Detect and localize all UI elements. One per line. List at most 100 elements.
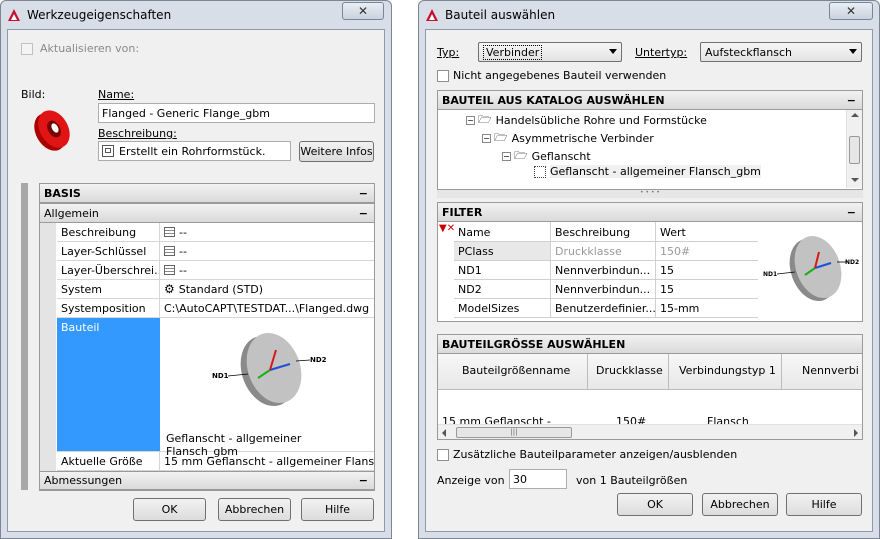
- update-from-label: Aktualisieren von:: [40, 42, 140, 55]
- prop-value-current-size[interactable]: 15 mm Geflanscht - allgemeiner Flans...: [160, 452, 374, 471]
- prop-value-system[interactable]: ⚙ Standard (STD): [160, 280, 374, 299]
- subtype-value: Aufsteckflansch: [705, 45, 792, 59]
- chevron-down-icon: [609, 49, 617, 54]
- extra-params-checkbox[interactable]: [437, 449, 449, 461]
- prop-value-layer-key[interactable]: --: [160, 242, 374, 261]
- flange-preview-image: ND1 ND2: [212, 333, 327, 406]
- clear-filter-icon[interactable]: ▼✕: [439, 223, 455, 234]
- filter-row[interactable]: ModelSizes Benutzerdefinier... 15-mm: [454, 299, 758, 318]
- extra-params-label: Zusätzliche Bauteilparameter anzeigen/au…: [453, 448, 738, 461]
- filter-cell-name: ND2: [454, 280, 551, 298]
- name-field[interactable]: Flanged - Generic Flange_gbm: [98, 103, 375, 123]
- scroll-up-icon: [851, 113, 859, 117]
- prop-value-layer-override[interactable]: --: [160, 261, 374, 280]
- table-icon: [164, 227, 175, 237]
- nd1-label: ND1: [763, 271, 777, 278]
- tree-scrollbar[interactable]: [846, 110, 862, 188]
- table-icon: [164, 246, 175, 256]
- tree-item-label: Handelsübliche Rohre und Formstücke: [495, 114, 707, 127]
- tree-item-label: Geflanscht - allgemeiner Flansch_gbm: [550, 165, 761, 178]
- close-icon: ✕: [845, 4, 857, 18]
- scroll-left-icon: [442, 429, 446, 437]
- display-count-suffix: von 1 Bauteilgrößen: [576, 474, 688, 487]
- filter-cell-name: ModelSizes: [454, 299, 551, 317]
- ok-button[interactable]: OK: [617, 493, 693, 516]
- filter-row[interactable]: PClass Druckklasse 150#: [454, 242, 758, 261]
- tree-item[interactable]: − 🗁 Handelsübliche Rohre und Formstücke: [466, 111, 707, 130]
- size-col-name[interactable]: Bauteilgrößenname: [438, 354, 588, 389]
- size-header[interactable]: BAUTEILGRÖSSE AUSWÄHLEN: [437, 334, 863, 354]
- property-grid: Beschreibung -- Layer-Schlüssel -- Layer…: [39, 223, 375, 491]
- filter-cell-description: Nennverbindun...: [551, 280, 656, 298]
- collapse-box-icon: −: [502, 152, 511, 161]
- subtype-dropdown[interactable]: Aufsteckflansch: [700, 42, 862, 62]
- filter-cell-value[interactable]: 15: [656, 280, 758, 298]
- filter-cell-value[interactable]: 15: [656, 261, 758, 279]
- size-hscrollbar[interactable]: |||: [438, 424, 862, 439]
- nd2-label: ND2: [845, 259, 859, 266]
- prop-key-current-size: Aktuelle Größe: [57, 452, 160, 471]
- filter-header[interactable]: FILTER −: [437, 202, 863, 222]
- collapse-icon: −: [358, 206, 368, 220]
- subtype-label-text: Untertyp:: [635, 46, 688, 59]
- section-basis-label: BASIS: [44, 186, 81, 200]
- subtype-label: Untertyp:: [635, 46, 687, 59]
- more-info-button[interactable]: Weitere Infos: [299, 141, 374, 162]
- prop-value-beschreibung[interactable]: --: [160, 223, 374, 242]
- property-scroll-rail[interactable]: [21, 183, 28, 490]
- filter-col-description[interactable]: Beschreibung: [551, 222, 656, 241]
- display-label: Anzeige von: [437, 474, 505, 487]
- cancel-button[interactable]: Abbrechen: [702, 493, 778, 516]
- filter-cell-description: Druckklasse: [551, 242, 656, 260]
- folder-icon: 🗁: [514, 149, 528, 162]
- filter-row[interactable]: ND2 Nennverbindun... 15: [454, 280, 758, 299]
- size-grid: Bauteilgrößenname Druckklasse Verbindung…: [437, 354, 863, 440]
- catalog-header[interactable]: BAUTEIL AUS KATALOG AUSWÄHLEN −: [437, 90, 863, 110]
- tree-item-label: Asymmetrische Verbinder: [511, 132, 654, 145]
- filter-cell-value[interactable]: 150#: [656, 242, 758, 260]
- size-col-nominal[interactable]: Nennverbi: [782, 354, 862, 389]
- close-button[interactable]: ✕: [829, 2, 873, 20]
- name-label: Name:: [98, 88, 134, 101]
- filter-row[interactable]: ND1 Nennverbindun... 15: [454, 261, 758, 280]
- size-col-connection[interactable]: Verbindungstyp 1: [669, 354, 782, 389]
- name-label-text: Name:: [98, 88, 135, 101]
- cancel-button[interactable]: Abbrechen: [218, 498, 291, 521]
- display-count-field[interactable]: 30: [509, 469, 567, 489]
- autocad-logo-icon: [7, 8, 21, 22]
- type-dropdown[interactable]: Verbinder: [478, 42, 622, 62]
- close-button[interactable]: ✕: [342, 2, 384, 20]
- tree-item[interactable]: − 🗁 Geflanscht: [502, 147, 591, 166]
- prop-key-system-position: Systemposition: [57, 299, 160, 318]
- help-button[interactable]: Hilfe: [786, 493, 862, 516]
- group-abmessungen[interactable]: Abmessungen −: [39, 471, 375, 490]
- prop-key-layer-override: Layer-Überschrei...: [57, 261, 160, 280]
- filter-col-value[interactable]: Wert: [656, 222, 758, 241]
- folder-icon: 🗁: [494, 131, 508, 144]
- prop-value-bauteil[interactable]: ND1 ND2 Geflanscht - allgemeiner Flansch…: [160, 318, 374, 458]
- tree-item-selected[interactable]: Geflanscht - allgemeiner Flansch_gbm: [534, 165, 761, 178]
- help-button[interactable]: Hilfe: [301, 498, 374, 521]
- size-col-pressure[interactable]: Druckklasse: [588, 354, 669, 389]
- description-icon: [102, 145, 114, 157]
- update-from-checkbox[interactable]: [21, 43, 33, 55]
- scroll-thumb[interactable]: [849, 136, 860, 164]
- group-allgemein[interactable]: Allgemein −: [39, 203, 375, 223]
- description-field[interactable]: Erstellt ein Rohrformstück.: [98, 141, 291, 161]
- splitter-grip[interactable]: • • • •: [437, 190, 863, 198]
- close-icon: ✕: [357, 4, 369, 18]
- unspecified-part-checkbox[interactable]: [437, 70, 449, 82]
- filter-col-name[interactable]: Name: [454, 222, 551, 241]
- section-basis[interactable]: BASIS −: [39, 183, 375, 203]
- ok-button[interactable]: OK: [133, 498, 206, 521]
- tree-item-label: Geflanscht: [531, 150, 591, 163]
- image-label: Bild:: [21, 88, 46, 101]
- prop-key-bauteil[interactable]: Bauteil: [57, 318, 160, 452]
- prop-value-system-position[interactable]: C:\AutoCAPT\TESTDAT...\Flanged.dwg: [160, 299, 374, 318]
- tree-item[interactable]: − 🗁 Asymmetrische Verbinder: [482, 129, 654, 148]
- type-value: Verbinder: [483, 44, 543, 60]
- prop-value-text: --: [179, 263, 187, 277]
- filter-cell-value[interactable]: 15-mm: [656, 299, 758, 317]
- size-header-label: BAUTEILGRÖSSE AUSWÄHLEN: [442, 337, 626, 351]
- scroll-thumb[interactable]: |||: [456, 427, 572, 438]
